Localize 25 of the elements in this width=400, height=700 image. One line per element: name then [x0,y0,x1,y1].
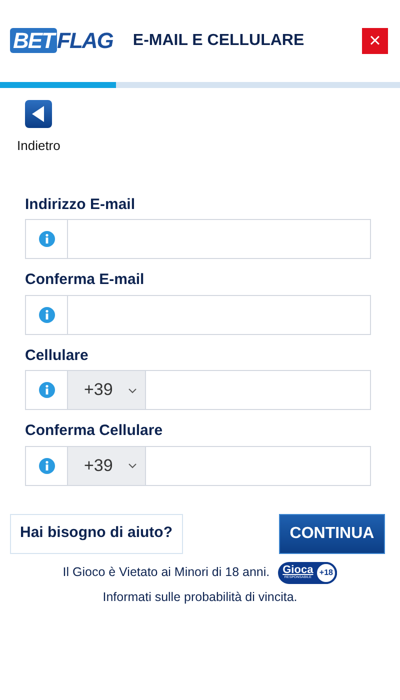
back-button[interactable]: Indietro [17,100,60,156]
info-icon[interactable] [38,306,54,322]
help-button[interactable]: Hai bisogno di aiuto? [10,514,182,554]
input-field[interactable]: +39 [25,370,371,410]
input-field[interactable] [25,294,371,334]
info-icon[interactable] [38,458,54,474]
close-button[interactable]: × [362,28,388,54]
info-icon[interactable] [38,231,54,247]
chevron-icon [128,463,137,470]
prefix-dropdown[interactable]: +39 [68,371,146,409]
field-label: Indirizzo E-mail [25,194,136,214]
input-field[interactable] [25,219,371,259]
field-label: Cellulare [25,346,90,366]
page-title: E-MAIL E CELLULARE [132,31,304,51]
back-icon [25,100,52,128]
continue-button[interactable]: CONTINUA [279,514,385,554]
age-notice: Il Gioco è Vietato ai Minori di 18 anni. [62,564,270,582]
odds-info: Informati sulle probabilità di vincita. [102,588,298,606]
input-field[interactable]: +39 [25,446,371,486]
chevron-icon [128,388,137,394]
logo: BETFLAG [10,30,113,52]
field-label: Conferma E-mail [25,270,146,290]
prefix-dropdown[interactable]: +39 [68,446,146,484]
field-label: Conferma Cellulare [25,421,164,441]
info-icon[interactable] [38,382,54,398]
